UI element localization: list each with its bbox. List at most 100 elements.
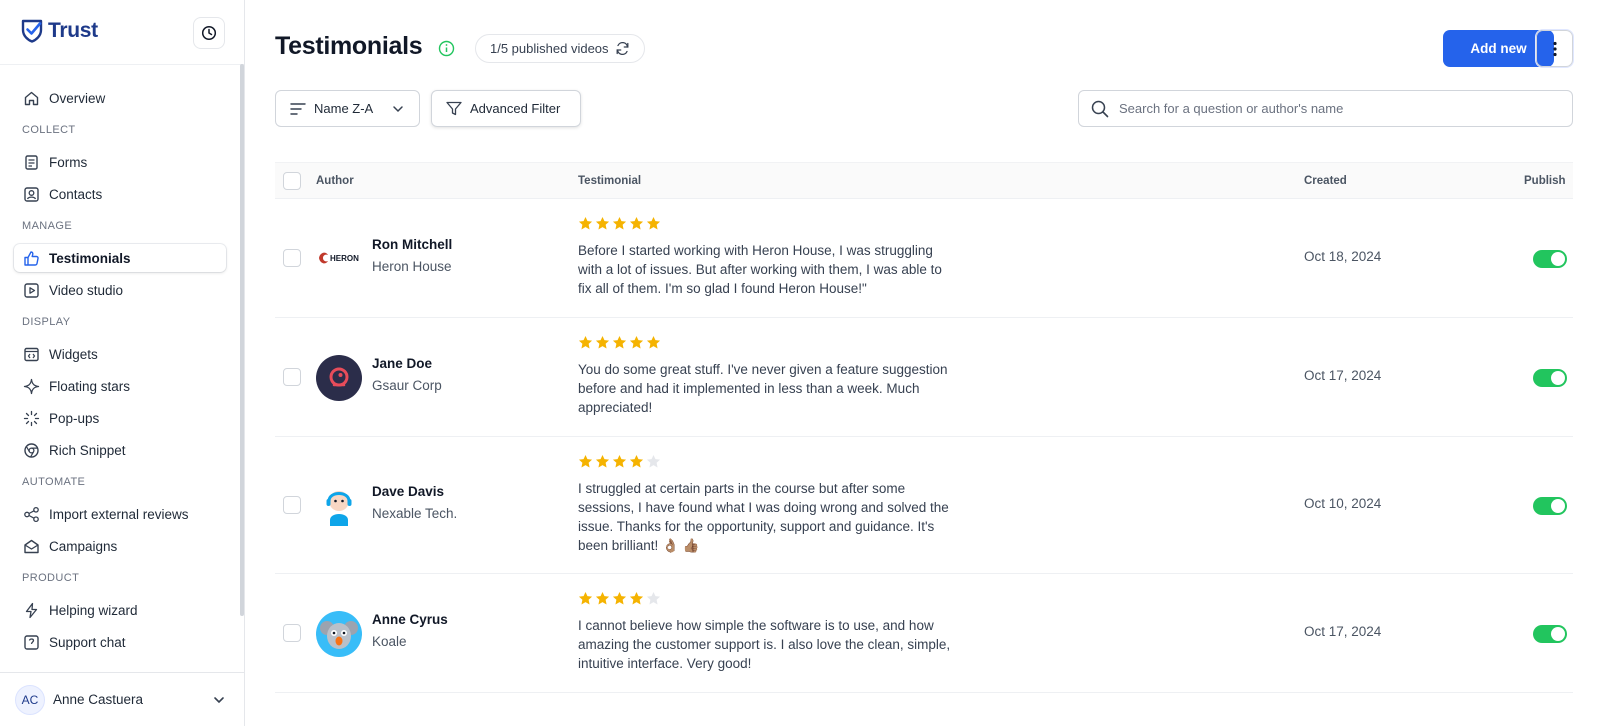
user-menu[interactable]: AC Anne Castuera (0, 672, 244, 726)
select-all-checkbox[interactable] (283, 172, 301, 190)
table-row[interactable]: Dave Davis Nexable Tech. I struggled at … (275, 437, 1573, 574)
brand-name: Trust (48, 18, 98, 42)
loader-icon (23, 410, 40, 426)
row-checkbox[interactable] (283, 368, 301, 386)
sidebar-divider (0, 64, 244, 65)
envelope-open-icon (24, 539, 39, 553)
more-options-button[interactable] (1536, 30, 1573, 67)
home-icon (24, 91, 39, 105)
info-icon[interactable] (438, 40, 455, 57)
sidebar-item-import-reviews[interactable]: Import external reviews (14, 500, 226, 528)
shield-check-icon (21, 19, 43, 43)
sidebar-item-popups[interactable]: Pop-ups (14, 404, 226, 432)
testimonial-text: I cannot believe how simple the software… (578, 618, 951, 671)
user-avatar: AC (15, 684, 45, 715)
sidebar-item-label: Widgets (49, 346, 98, 362)
sidebar-item-widgets[interactable]: Widgets (14, 340, 226, 368)
author-company: Gsaur Corp (372, 378, 442, 393)
search-icon (1091, 100, 1109, 117)
sort-label: Name Z-A (314, 101, 374, 116)
sidebar-item-label: Overview (49, 90, 106, 106)
sidebar-item-campaigns[interactable]: Campaigns (14, 532, 226, 560)
created-date: Oct 17, 2024 (1304, 368, 1382, 383)
sidebar-item-label: Testimonials (49, 250, 131, 266)
brand-logo[interactable]: Trust (20, 18, 98, 43)
table-header: Author Testimonial Created Publish (275, 162, 1573, 199)
star-filled-icon (629, 216, 644, 230)
star-rating (578, 454, 661, 469)
star-filled-icon (612, 335, 627, 349)
sidebar-item-floating-stars[interactable]: Floating stars (14, 372, 226, 400)
table-row[interactable]: Jane Doe Gsaur Corp You do some great st… (275, 318, 1573, 437)
publish-toggle[interactable] (1533, 369, 1567, 387)
star-rating (578, 335, 661, 350)
sidebar-item-label: Contacts (49, 186, 103, 202)
star-filled-icon (646, 335, 661, 349)
sidebar-item-forms[interactable]: Forms (14, 148, 226, 176)
chevron-down-icon (393, 106, 403, 113)
sidebar-item-helping-wizard[interactable]: Helping wizard (14, 596, 226, 624)
created-date: Oct 18, 2024 (1304, 249, 1382, 264)
support-agent-logo (326, 491, 352, 526)
star-filled-icon (612, 591, 627, 605)
author-company: Heron House (372, 259, 452, 274)
sidebar-item-label: Floating stars (49, 378, 131, 394)
sidebar-item-label: Helping wizard (49, 602, 138, 618)
author-name: Anne Cyrus (372, 612, 448, 627)
star-filled-icon (595, 454, 610, 468)
sidebar-item-label: Campaigns (49, 538, 118, 554)
star-filled-icon (629, 454, 644, 468)
testimonial-text: I struggled at certain parts in the cour… (578, 481, 949, 553)
sidebar-item-label: Video studio (49, 282, 124, 298)
search-box[interactable] (1078, 90, 1573, 127)
published-videos-badge[interactable]: 1/5 published videos (475, 34, 645, 63)
help-square-icon (24, 634, 39, 650)
sidebar-item-label: Rich Snippet (49, 442, 126, 458)
star-filled-icon (629, 335, 644, 349)
sidebar-item-label: Import external reviews (49, 506, 189, 522)
published-videos-label: 1/5 published videos (490, 41, 609, 56)
sidebar-item-overview[interactable]: Overview (14, 84, 226, 112)
page-title: Testimonials (275, 32, 423, 60)
publish-toggle[interactable] (1533, 250, 1567, 268)
history-button[interactable] (193, 17, 225, 49)
publish-toggle[interactable] (1533, 625, 1567, 643)
chrome-icon (24, 442, 39, 458)
column-created: Created (1304, 175, 1347, 187)
author-avatar (316, 355, 362, 401)
sidebar-item-testimonials[interactable]: Testimonials (14, 244, 226, 272)
row-checkbox[interactable] (283, 496, 301, 514)
star-filled-icon (612, 454, 627, 468)
sort-dropdown[interactable]: Name Z-A (275, 90, 420, 127)
sidebar-scrollbar[interactable] (240, 64, 244, 616)
row-checkbox[interactable] (283, 624, 301, 642)
thumbs-up-icon (24, 250, 39, 266)
advanced-filter-button[interactable]: Advanced Filter (431, 90, 581, 127)
heron-house-logo: HERON (319, 252, 359, 264)
clock-history-icon (201, 25, 217, 41)
sidebar-item-label: Pop-ups (49, 410, 100, 426)
column-publish: Publish (1524, 175, 1566, 187)
star-filled-icon (578, 591, 593, 605)
sidebar-item-label: Support chat (49, 634, 126, 650)
sidebar-item-rich-snippet[interactable]: Rich Snippet (14, 436, 226, 464)
sidebar-item-video-studio[interactable]: Video studio (14, 276, 226, 304)
author-company: Nexable Tech. (372, 506, 458, 521)
sidebar-item-support-chat[interactable]: Support chat (14, 628, 226, 656)
column-testimonial: Testimonial (578, 175, 642, 187)
section-collect: COLLECT (22, 124, 76, 136)
author-name: Ron Mitchell (372, 237, 453, 252)
star-empty-icon (646, 591, 661, 605)
column-author: Author (316, 175, 354, 187)
table-row[interactable]: HERON Ron Mitchell Heron House Before I … (275, 199, 1573, 318)
sidebar-item-contacts[interactable]: Contacts (14, 180, 226, 208)
table-row[interactable]: Anne Cyrus Koale I cannot believe how si… (275, 574, 1573, 693)
star-filled-icon (612, 216, 627, 230)
logo-text: HERON (330, 254, 359, 263)
row-checkbox[interactable] (283, 249, 301, 267)
publish-toggle[interactable] (1533, 497, 1567, 515)
video-play-icon (24, 282, 39, 298)
search-input[interactable] (1119, 101, 1559, 116)
star-filled-icon (578, 216, 593, 230)
star-empty-icon (646, 454, 661, 468)
